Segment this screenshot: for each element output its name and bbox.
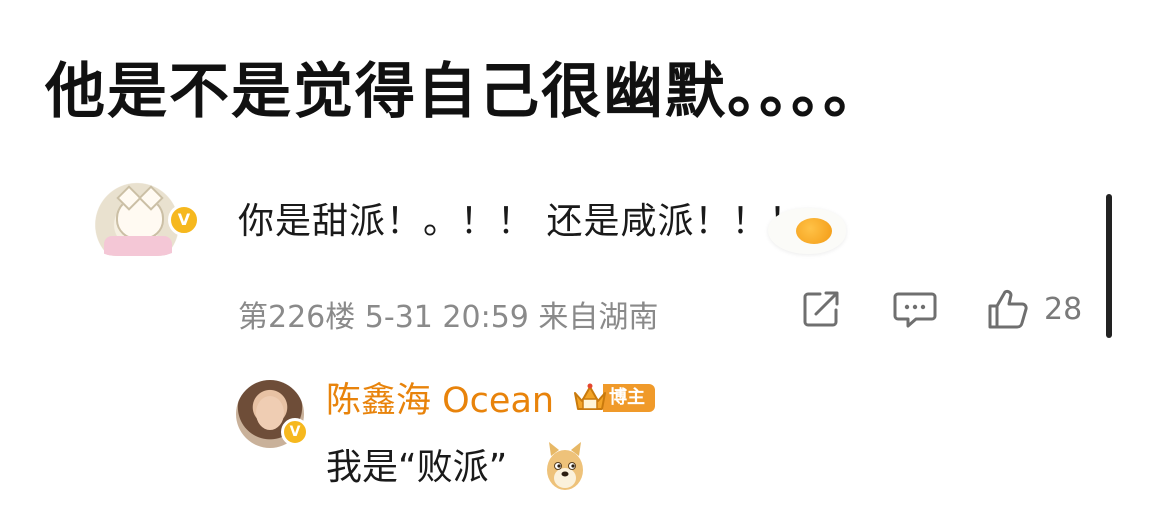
blogger-tag: 博主 [603,384,655,412]
comment-bubble-icon [893,292,937,328]
like-button[interactable]: 28 [986,287,1082,331]
comment-button[interactable] [892,287,938,331]
scrollbar[interactable] [1106,194,1112,338]
comment-text: 你是甜派！。！！ 还是咸派！！！ [238,201,806,242]
like-count: 28 [1044,291,1083,327]
reply-text: 我是“败派” [326,447,508,488]
comment-meta: 第226楼 5-31 20:59 来自湖南 [238,300,659,335]
crown-icon [574,383,606,410]
post-headline: 他是不是觉得自己很幽默。。。。 [45,57,885,127]
cat-illustration [116,196,164,240]
doge-sticker [547,442,583,490]
reply-author-name[interactable]: 陈鑫海 Ocean [326,372,554,423]
avatar-decoration [104,236,172,256]
share-edit-icon [803,291,839,327]
verified-badge-icon: V [168,204,200,236]
blogger-badge: 博主 [571,380,655,416]
reply-verified-badge-icon: V [281,418,309,446]
thumbs-up-icon [988,289,1028,329]
share-button[interactable] [800,287,842,331]
fried-egg-sticker [762,200,850,256]
comment-section: V 你是甜派！。！！ 还是咸派！！！ 第226楼 5-31 20:59 来自湖南… [0,170,1170,510]
